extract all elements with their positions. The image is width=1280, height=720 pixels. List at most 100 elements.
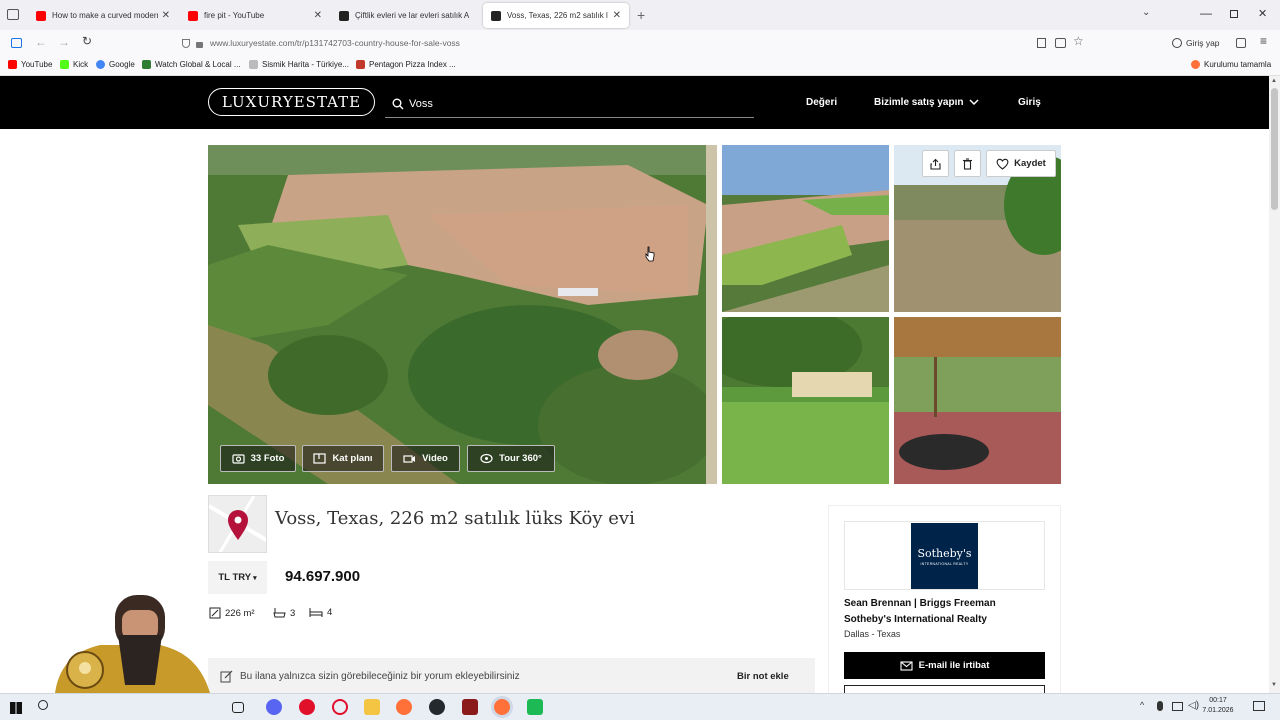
video-camera-icon [403,454,416,463]
game-app-icon[interactable] [462,699,478,715]
terminal-icon[interactable] [527,699,543,715]
menu-icon[interactable]: ≡ [1260,34,1267,48]
tab-list-icon[interactable] [7,9,19,20]
bookmark-pentagon[interactable]: Pentagon Pizza Index ... [356,60,456,69]
bookmark-watch[interactable]: Watch Global & Local ... [142,60,241,69]
new-tab-icon[interactable]: + [637,7,645,23]
tray-overflow-icon[interactable]: ^ [1140,700,1144,710]
back-arrow-icon[interactable]: ← [35,35,47,49]
tab-title: How to make a curved modern [52,11,158,20]
email-contact-button[interactable]: E-mail ile irtibat [844,652,1045,679]
restore-window-icon[interactable] [1230,10,1238,18]
map-pin-icon [209,496,266,552]
map-thumbnail[interactable] [208,495,267,553]
bookmark-setup[interactable]: Kurulumu tamamla [1191,60,1271,69]
firefox-active-icon[interactable] [494,699,510,715]
close-tab-icon[interactable]: ✕ [314,10,322,21]
site-logo[interactable]: LUXURYESTATE [208,88,375,116]
bookmark-star-icon[interactable]: ☆ [1073,34,1084,48]
floorplan-button[interactable]: Kat planı [302,445,384,472]
clock-time: 00:17 [1209,697,1227,704]
windows-start-icon[interactable] [10,702,22,714]
share-button[interactable] [922,150,949,177]
page-scrollbar[interactable]: ▲ ▼ [1269,76,1280,693]
close-tab-icon[interactable]: ✕ [162,10,170,21]
opera-gx-icon[interactable] [332,699,348,715]
button-label: 33 Foto [250,453,285,464]
thumbnail-photo[interactable] [894,317,1061,484]
scroll-down-arrow-icon[interactable]: ▼ [1271,682,1277,688]
nav-sell-dropdown[interactable]: Bizimle satış yapın [874,97,980,108]
aerial-photo [208,145,717,484]
scrollbar-thumb[interactable] [1271,88,1278,210]
nav-login-link[interactable]: Giriş [1018,97,1041,108]
scroll-up-arrow-icon[interactable]: ▲ [1271,78,1277,84]
browser-tab[interactable]: fire pit - YouTube ✕ [180,3,330,28]
clock[interactable]: 00:17 7.01.2026 [1198,696,1238,716]
youtube-favicon-icon [188,10,198,21]
sothebys-logo[interactable]: Sotheby's INTERNATIONAL REALTY [911,523,978,589]
thumbnail-photo[interactable] [722,145,889,312]
nav-value-link[interactable]: Değeri [806,97,837,108]
thumbnail-photo[interactable] [722,317,889,484]
bookmark-youtube[interactable]: YouTube [8,60,52,69]
tour-360-button[interactable]: Tour 360° [467,445,555,472]
firefox-icon[interactable] [396,699,412,715]
discord-icon[interactable] [266,699,282,715]
save-button[interactable]: Kaydet [986,150,1056,177]
agent-location: Dallas - Texas [844,629,901,639]
video-button[interactable]: Video [391,445,460,472]
bookmark-label: Google [109,60,135,69]
search-input[interactable]: Voss [385,90,754,118]
sidebar-toggle-icon[interactable] [11,38,22,48]
bookmark-kick[interactable]: Kick [60,60,88,69]
bookmarks-bar: YouTube Kick Google Watch Global & Local… [0,56,1280,76]
agency-name[interactable]: Sotheby's International Realty [844,614,987,625]
mouse-cursor-icon [645,246,655,262]
photos-button[interactable]: 33 Foto [220,445,296,472]
browser-tab[interactable]: Çiftlik evleri ve lar evleri satılık A [331,3,481,28]
bookmark-label: Sismik Harita - Türkiye... [262,60,349,69]
bookmark-google[interactable]: Google [96,60,135,69]
delete-button[interactable] [954,150,981,177]
github-icon[interactable] [429,699,445,715]
caret-down-icon: ▾ [253,574,257,582]
browser-tab[interactable]: How to make a curved modern ✕ [28,3,178,28]
logo-title: Sotheby's [917,546,972,560]
network-icon[interactable] [1172,702,1183,711]
site-favicon-icon [491,10,501,21]
search-icon[interactable] [38,700,48,710]
aerial-field-photo [722,145,889,312]
forward-arrow-icon[interactable]: → [58,35,70,49]
bookmark-label: Kick [73,60,89,69]
tab-overflow-chevron-icon[interactable]: ⌄ [1142,7,1150,18]
opera-icon[interactable] [299,699,315,715]
browser-tab-active[interactable]: Voss, Texas, 226 m2 satılık l ✕ [483,3,629,28]
browser-tab-bar: How to make a curved modern ✕ fire pit -… [0,0,1280,30]
note-prompt: Bu ilana yalnızca sizin görebileceğiniz … [240,671,520,682]
pocket-icon[interactable] [1055,38,1066,48]
agent-names[interactable]: Sean Brennan | Briggs Freeman [844,598,996,609]
bookmark-label: Watch Global & Local ... [155,60,241,69]
reload-icon[interactable]: ↻ [82,34,92,48]
map-icon [249,60,258,69]
close-window-icon[interactable]: ✕ [1258,7,1267,20]
reader-view-icon[interactable] [1037,38,1046,48]
kick-icon [60,60,69,69]
task-view-icon[interactable] [232,702,244,713]
main-photo[interactable] [208,145,717,484]
url-text: www.luxuryestate.com/tr/p131742703-count… [210,38,460,48]
minimize-window-icon[interactable]: — [1200,6,1212,20]
notifications-icon[interactable] [1253,701,1265,711]
area-value: 226 m² [225,607,255,619]
address-bar[interactable]: www.luxuryestate.com/tr/p131742703-count… [176,34,1090,52]
close-tab-icon[interactable]: ✕ [613,10,621,21]
extensions-icon[interactable] [1236,38,1246,48]
bookmark-sismik[interactable]: Sismik Harita - Türkiye... [249,60,349,69]
secondary-contact-button[interactable] [844,685,1045,693]
microphone-icon[interactable] [1157,701,1163,711]
file-explorer-icon[interactable] [364,699,380,715]
add-note-button[interactable]: Bir not ekle [737,671,789,682]
button-label: Tour 360° [499,453,542,464]
profile-button[interactable]: Giriş yap [1172,35,1220,51]
